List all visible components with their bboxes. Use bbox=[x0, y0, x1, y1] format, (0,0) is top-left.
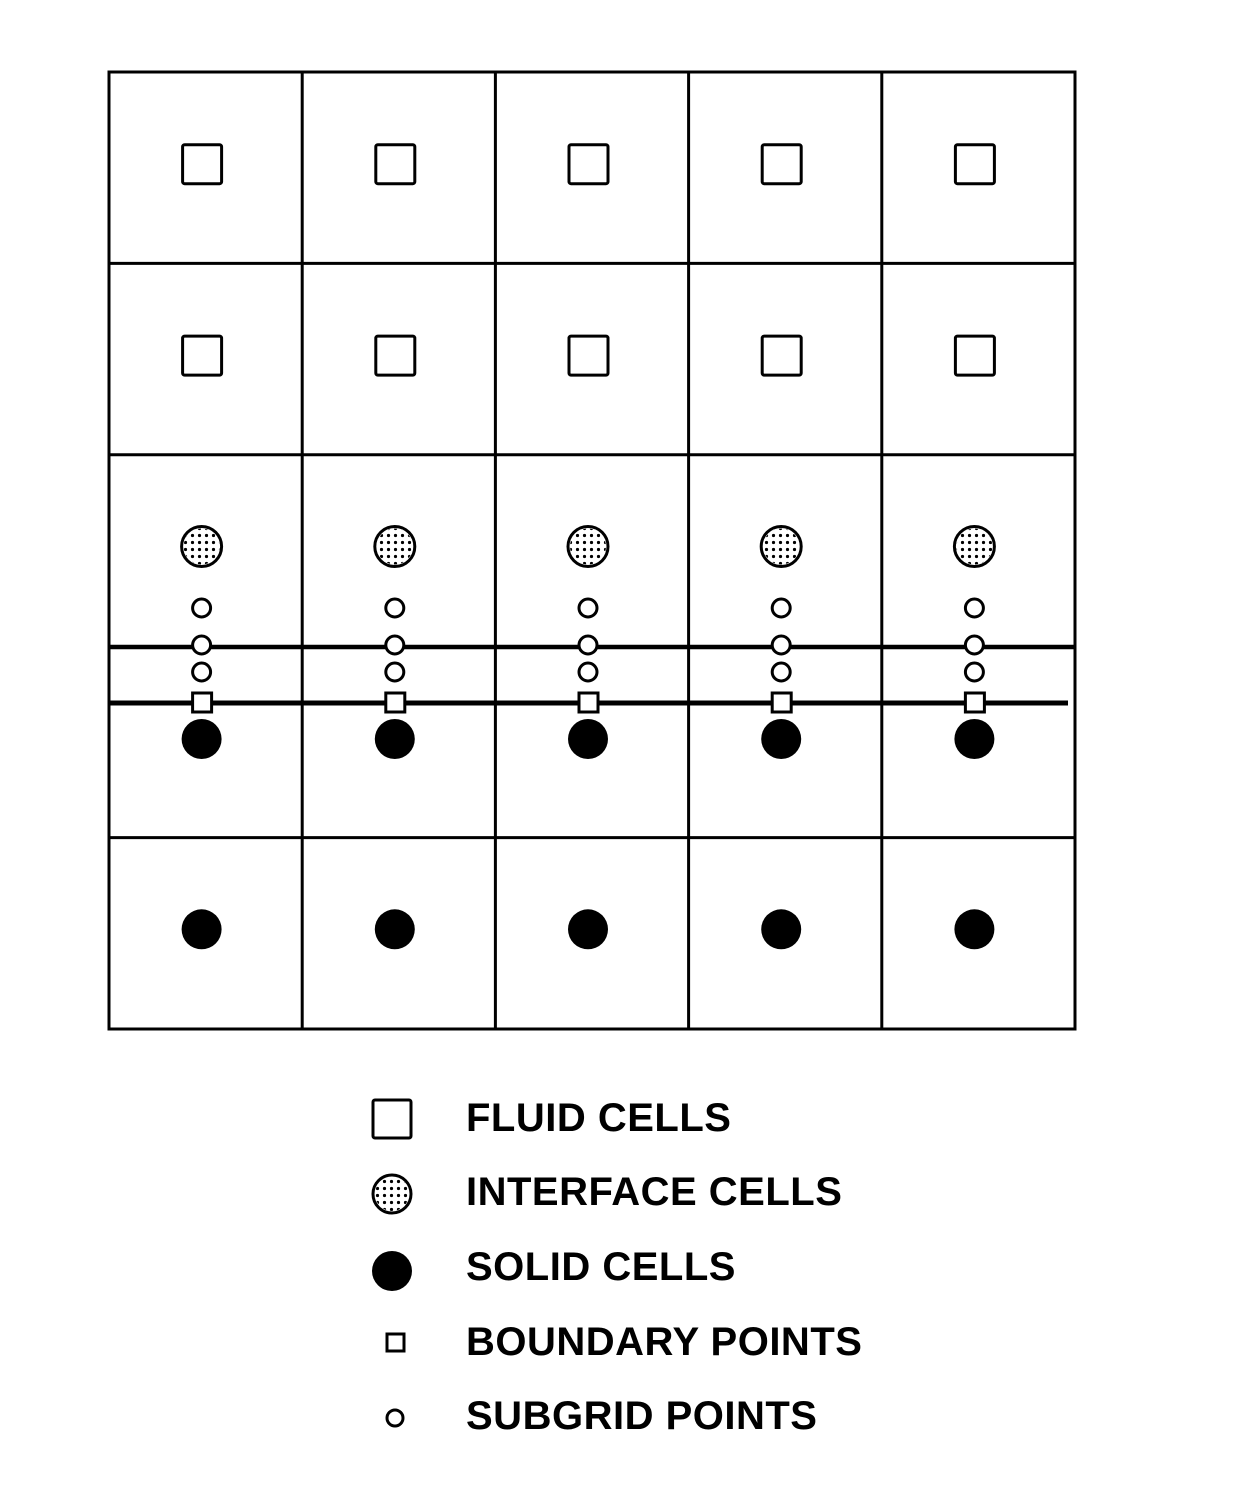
subgrid-point bbox=[191, 661, 213, 683]
subgrid-point bbox=[577, 597, 599, 619]
solid-cell-filled-circle-icon bbox=[372, 1251, 412, 1291]
boundary-point bbox=[577, 691, 600, 714]
subgrid-point bbox=[191, 597, 213, 619]
legend-label: FLUID CELLS bbox=[466, 1096, 732, 1140]
subgrid-point bbox=[384, 597, 406, 619]
boundary-point bbox=[191, 691, 214, 714]
subgrid-point bbox=[770, 634, 792, 656]
interface-cell-dotted-circle-icon bbox=[371, 1173, 413, 1215]
solid-cell-marker bbox=[374, 719, 415, 759]
solid-cell-marker bbox=[954, 719, 995, 759]
solid-cell-marker bbox=[761, 719, 802, 759]
boundary-point-small-square-icon bbox=[385, 1332, 406, 1353]
lattice-grid-diagram bbox=[107, 70, 1077, 1031]
fluid-cell-square-icon bbox=[371, 1098, 413, 1140]
legend-item-fluid-cells: FLUID CELLS bbox=[360, 1090, 1060, 1150]
subgrid-point bbox=[384, 661, 406, 683]
interface-cell-dot-fill bbox=[570, 528, 606, 565]
solid-cell-marker bbox=[181, 719, 222, 759]
subgrid-point bbox=[963, 634, 985, 656]
interface-cell-dot-fill bbox=[376, 528, 413, 565]
solid-cell-marker bbox=[954, 909, 995, 950]
subgrid-point bbox=[770, 661, 792, 683]
legend-item-interface-cells: INTERFACE CELLS bbox=[360, 1164, 1060, 1224]
fluid-cell-marker bbox=[374, 143, 417, 186]
solid-cell-marker bbox=[568, 719, 608, 759]
solid-cell-marker bbox=[181, 909, 222, 950]
subgrid-point bbox=[963, 597, 985, 619]
subgrid-point bbox=[384, 634, 406, 656]
legend-label: INTERFACE CELLS bbox=[466, 1170, 843, 1214]
legend-label: SUBGRID POINTS bbox=[466, 1394, 818, 1438]
solid-cell-marker bbox=[761, 909, 802, 950]
subgrid-point bbox=[577, 661, 599, 683]
legend-label: SOLID CELLS bbox=[466, 1245, 736, 1289]
boundary-point bbox=[963, 691, 986, 714]
fluid-cell-marker bbox=[953, 143, 996, 186]
fluid-cell-marker bbox=[760, 334, 803, 377]
subgrid-point bbox=[577, 634, 599, 656]
fluid-cell-marker bbox=[181, 334, 224, 377]
solid-cell-marker bbox=[568, 909, 608, 950]
solid-cell-marker bbox=[374, 909, 415, 950]
fluid-cell-marker bbox=[567, 334, 610, 377]
fluid-cell-marker bbox=[567, 143, 610, 186]
interface-cell-dot-fill bbox=[763, 528, 800, 565]
legend-item-boundary-points: BOUNDARY POINTS bbox=[360, 1314, 1060, 1374]
fluid-cell-marker bbox=[760, 143, 803, 186]
subgrid-point bbox=[770, 597, 792, 619]
boundary-point bbox=[384, 691, 407, 714]
interface-cell-dot-fill bbox=[956, 528, 993, 565]
fluid-cell-marker bbox=[181, 143, 224, 186]
fluid-cell-marker bbox=[374, 334, 417, 377]
subgrid-point-small-circle-icon bbox=[385, 1408, 405, 1428]
legend-item-subgrid-points: SUBGRID POINTS bbox=[360, 1388, 1060, 1448]
subgrid-point bbox=[963, 661, 985, 683]
interface-cell-dot-fill bbox=[183, 528, 220, 565]
boundary-point bbox=[770, 691, 793, 714]
subgrid-point bbox=[191, 634, 213, 656]
legend-item-solid-cells: SOLID CELLS bbox=[360, 1239, 1060, 1299]
fluid-cell-marker bbox=[953, 334, 996, 377]
legend-label: BOUNDARY POINTS bbox=[466, 1320, 863, 1364]
